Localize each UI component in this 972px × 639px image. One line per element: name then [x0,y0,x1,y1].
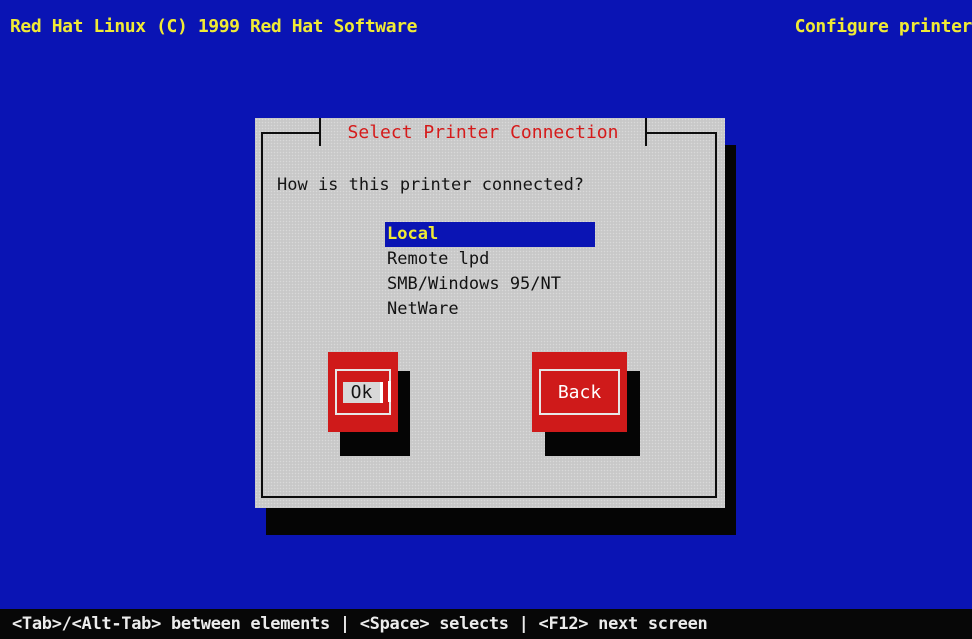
back-button-label: Back [557,381,602,403]
text-cursor [388,381,391,402]
header-right-text: Configure printer [794,16,972,37]
dialog-title: Select Printer Connection [319,118,647,146]
ok-button[interactable]: Ok [328,352,398,432]
ok-button-label: Ok [342,381,384,403]
connection-option-local[interactable]: Local [385,222,595,247]
help-text: <Tab>/<Alt-Tab> between elements | <Spac… [12,614,708,634]
printer-connection-dialog: Select Printer Connection How is this pr… [255,118,725,508]
connection-prompt: How is this printer connected? [277,175,585,195]
connection-option-remote-lpd[interactable]: Remote lpd [385,247,595,272]
header-left-text: Red Hat Linux (C) 1999 Red Hat Software [10,16,418,37]
help-footer: <Tab>/<Alt-Tab> between elements | <Spac… [0,609,972,639]
connection-option-smb-windows[interactable]: SMB/Windows 95/NT [385,272,595,297]
connection-option-netware[interactable]: NetWare [385,297,595,322]
connection-options-list: Local Remote lpd SMB/Windows 95/NT NetWa… [385,222,595,322]
back-button[interactable]: Back [532,352,627,432]
